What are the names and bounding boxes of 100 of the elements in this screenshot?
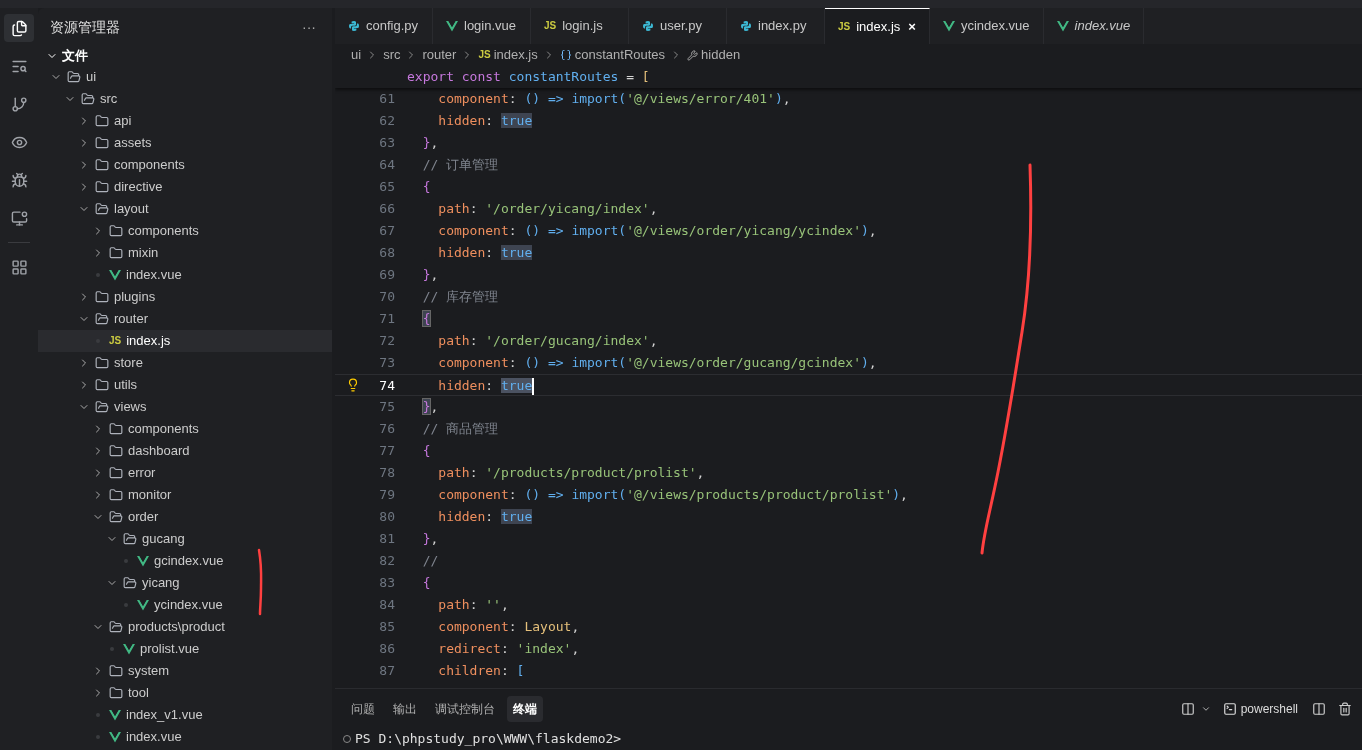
breadcrumb[interactable]: JS index.js	[478, 45, 538, 65]
line-number: 74	[378, 377, 395, 395]
tree-item[interactable]: views	[38, 396, 332, 418]
panel-tab[interactable]: 调试控制台	[429, 696, 501, 722]
tree-item[interactable]: JS index.js	[38, 330, 332, 352]
editor-tab[interactable]: JS index.js ×	[825, 8, 930, 44]
vue-icon	[123, 643, 135, 655]
editor-tab[interactable]: ycindex.vue	[929, 8, 1044, 44]
tree-item[interactable]: layout	[38, 198, 332, 220]
tree-item[interactable]: order	[38, 506, 332, 528]
line-number: 70	[378, 288, 395, 306]
folder-icon	[81, 92, 95, 106]
line-number: 73	[378, 354, 395, 372]
tree-item[interactable]: ycindex.vue	[38, 594, 332, 616]
chevron-icon[interactable]	[1200, 704, 1211, 714]
tree-item[interactable]: system	[38, 660, 332, 682]
tree-item[interactable]: mixin	[38, 242, 332, 264]
tree-item[interactable]: gucang	[38, 528, 332, 550]
section-header[interactable]: 文件	[38, 46, 332, 66]
activity-button[interactable]	[4, 14, 34, 42]
lightbulb-icon[interactable]	[346, 378, 360, 392]
line-number: 80	[378, 508, 395, 526]
editor-tab[interactable]: config.py	[335, 8, 433, 44]
folder-icon	[109, 488, 123, 502]
folder-icon	[95, 356, 109, 370]
tree-item[interactable]: tool	[38, 682, 332, 704]
line-number: 72	[378, 332, 395, 350]
breadcrumb[interactable]: src	[383, 45, 401, 65]
folder-icon	[123, 576, 137, 590]
code-line: path: '/order/gucang/index',	[437, 332, 658, 350]
split-icon[interactable]	[1312, 702, 1326, 716]
code-line: path: '',	[437, 596, 509, 614]
more-button[interactable]: ···	[302, 16, 316, 38]
tree-item[interactable]: components	[38, 220, 332, 242]
breadcrumb[interactable]: hidden	[687, 45, 741, 65]
line-number: 63	[378, 134, 395, 152]
breadcrumb[interactable]: constantRoutes	[559, 45, 666, 65]
close-icon[interactable]: ×	[908, 16, 916, 37]
tree-item[interactable]: index.vue	[38, 726, 332, 748]
editor-tab[interactable]: index.vue	[1043, 8, 1145, 44]
tree-item[interactable]: monitor	[38, 484, 332, 506]
tree-item[interactable]: plugins	[38, 286, 332, 308]
tree-item[interactable]: gcindex.vue	[38, 550, 332, 572]
python-icon	[348, 20, 360, 32]
folder-icon	[109, 664, 123, 678]
tree-item[interactable]: components	[38, 418, 332, 440]
files-icon	[10, 19, 28, 37]
tree-item[interactable]: dashboard	[38, 440, 332, 462]
split-icon[interactable]	[1180, 702, 1195, 716]
line-number: 79	[378, 486, 395, 504]
tree-item[interactable]: components	[38, 154, 332, 176]
editor-tab[interactable]: login.vue	[433, 8, 531, 44]
trash-icon[interactable]	[1338, 702, 1352, 716]
vue-icon	[942, 20, 955, 32]
python-icon	[642, 20, 654, 32]
code-line: // 订单管理	[421, 156, 499, 174]
code-line: },	[421, 266, 439, 284]
code-line: component: () => import('@/views/order/yicang/ycindex'),	[437, 222, 877, 240]
folder-icon	[95, 180, 109, 194]
line-number: 69	[378, 266, 395, 284]
code-line: // 商品管理	[421, 420, 499, 438]
tree-item[interactable]: prolist.vue	[38, 638, 332, 660]
folder-icon	[123, 532, 137, 546]
line-number: 64	[378, 156, 395, 174]
code-line: hidden: true	[437, 377, 535, 395]
tree-item[interactable]: error	[38, 462, 332, 484]
editor-tab[interactable]: user.py	[629, 8, 727, 44]
line-number: 61	[378, 90, 395, 108]
panel-tab[interactable]: 输出	[387, 696, 423, 722]
folder-icon	[95, 202, 109, 216]
tree-item[interactable]: directive	[38, 176, 332, 198]
code-line: children: [	[437, 662, 525, 680]
terminal-selector[interactable]: powershell	[1222, 700, 1298, 718]
tree-item[interactable]: assets	[38, 132, 332, 154]
tree-item[interactable]: src	[38, 88, 332, 110]
tree-item[interactable]: yicang	[38, 572, 332, 594]
code-line: {	[421, 574, 431, 592]
wrench-icon	[687, 49, 699, 61]
line-number: 66	[378, 200, 395, 218]
tree-item[interactable]: ui	[38, 66, 332, 88]
tree-item[interactable]: router	[38, 308, 332, 330]
editor-tab[interactable]: JS login.js	[531, 8, 629, 44]
tree-item[interactable]: index_v1.vue	[38, 704, 332, 726]
breadcrumb[interactable]: router	[422, 45, 457, 65]
code-line: },	[421, 134, 439, 152]
panel-tab[interactable]: 终端	[507, 696, 543, 722]
breadcrumb[interactable]: ui	[351, 45, 362, 65]
vue-icon	[137, 599, 149, 611]
tree-item[interactable]: utils	[38, 374, 332, 396]
code-line: //	[421, 552, 439, 570]
panel-tab[interactable]: 问题	[345, 696, 381, 722]
folder-icon	[109, 422, 123, 436]
folder-icon	[95, 400, 109, 414]
folder-icon	[109, 224, 123, 238]
tree-item[interactable]: products\product	[38, 616, 332, 638]
terminal-icon	[1222, 702, 1237, 716]
tree-item[interactable]: api	[38, 110, 332, 132]
grid-icon	[10, 258, 28, 276]
tree-item[interactable]: index.vue	[38, 264, 332, 286]
tree-item[interactable]: store	[38, 352, 332, 374]
